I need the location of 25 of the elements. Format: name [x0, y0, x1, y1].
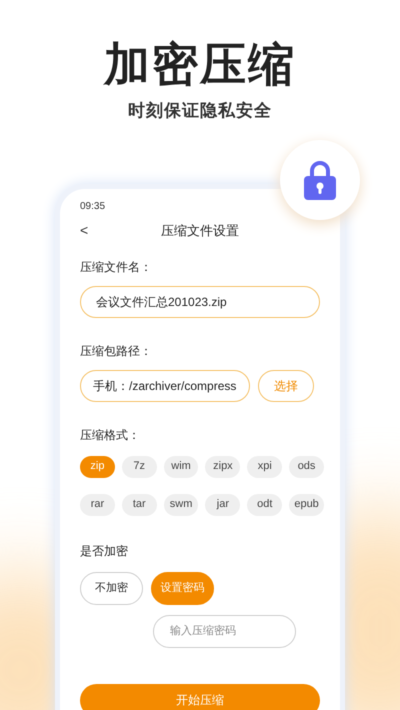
- format-chip[interactable]: tar: [122, 494, 157, 516]
- field-label: 压缩格式：: [80, 426, 141, 444]
- back-button[interactable]: <: [80, 220, 88, 241]
- format-chip[interactable]: jar: [205, 494, 240, 516]
- screen-title: 压缩文件设置: [161, 222, 239, 240]
- format-chip[interactable]: swm: [164, 494, 198, 516]
- lock-icon: [304, 160, 336, 200]
- format-chip[interactable]: ods: [289, 456, 324, 478]
- path-field[interactable]: 手机：/zarchiver/compress: [80, 370, 250, 402]
- field-label: 是否加密: [80, 542, 129, 560]
- encrypt-option[interactable]: 不加密: [80, 572, 143, 604]
- headline: 加密压缩: [104, 38, 296, 90]
- format-chip[interactable]: zipx: [205, 456, 240, 478]
- field-label: 压缩文件名：: [80, 258, 153, 276]
- format-chip[interactable]: epub: [289, 494, 324, 516]
- filename-field[interactable]: 会议文件汇总201023.zip: [80, 286, 320, 318]
- field-label: 压缩包路径：: [80, 342, 153, 360]
- subtitle: 时刻保证隐私安全: [128, 100, 272, 122]
- format-chip[interactable]: rar: [80, 494, 115, 516]
- format-chip[interactable]: 7z: [122, 456, 157, 478]
- password-field[interactable]: 输入压缩密码: [153, 614, 296, 648]
- format-chip[interactable]: odt: [247, 494, 282, 516]
- format-chip[interactable]: wim: [164, 456, 198, 478]
- status-time: 09:35: [80, 200, 106, 214]
- format-chip[interactable]: xpi: [247, 456, 282, 478]
